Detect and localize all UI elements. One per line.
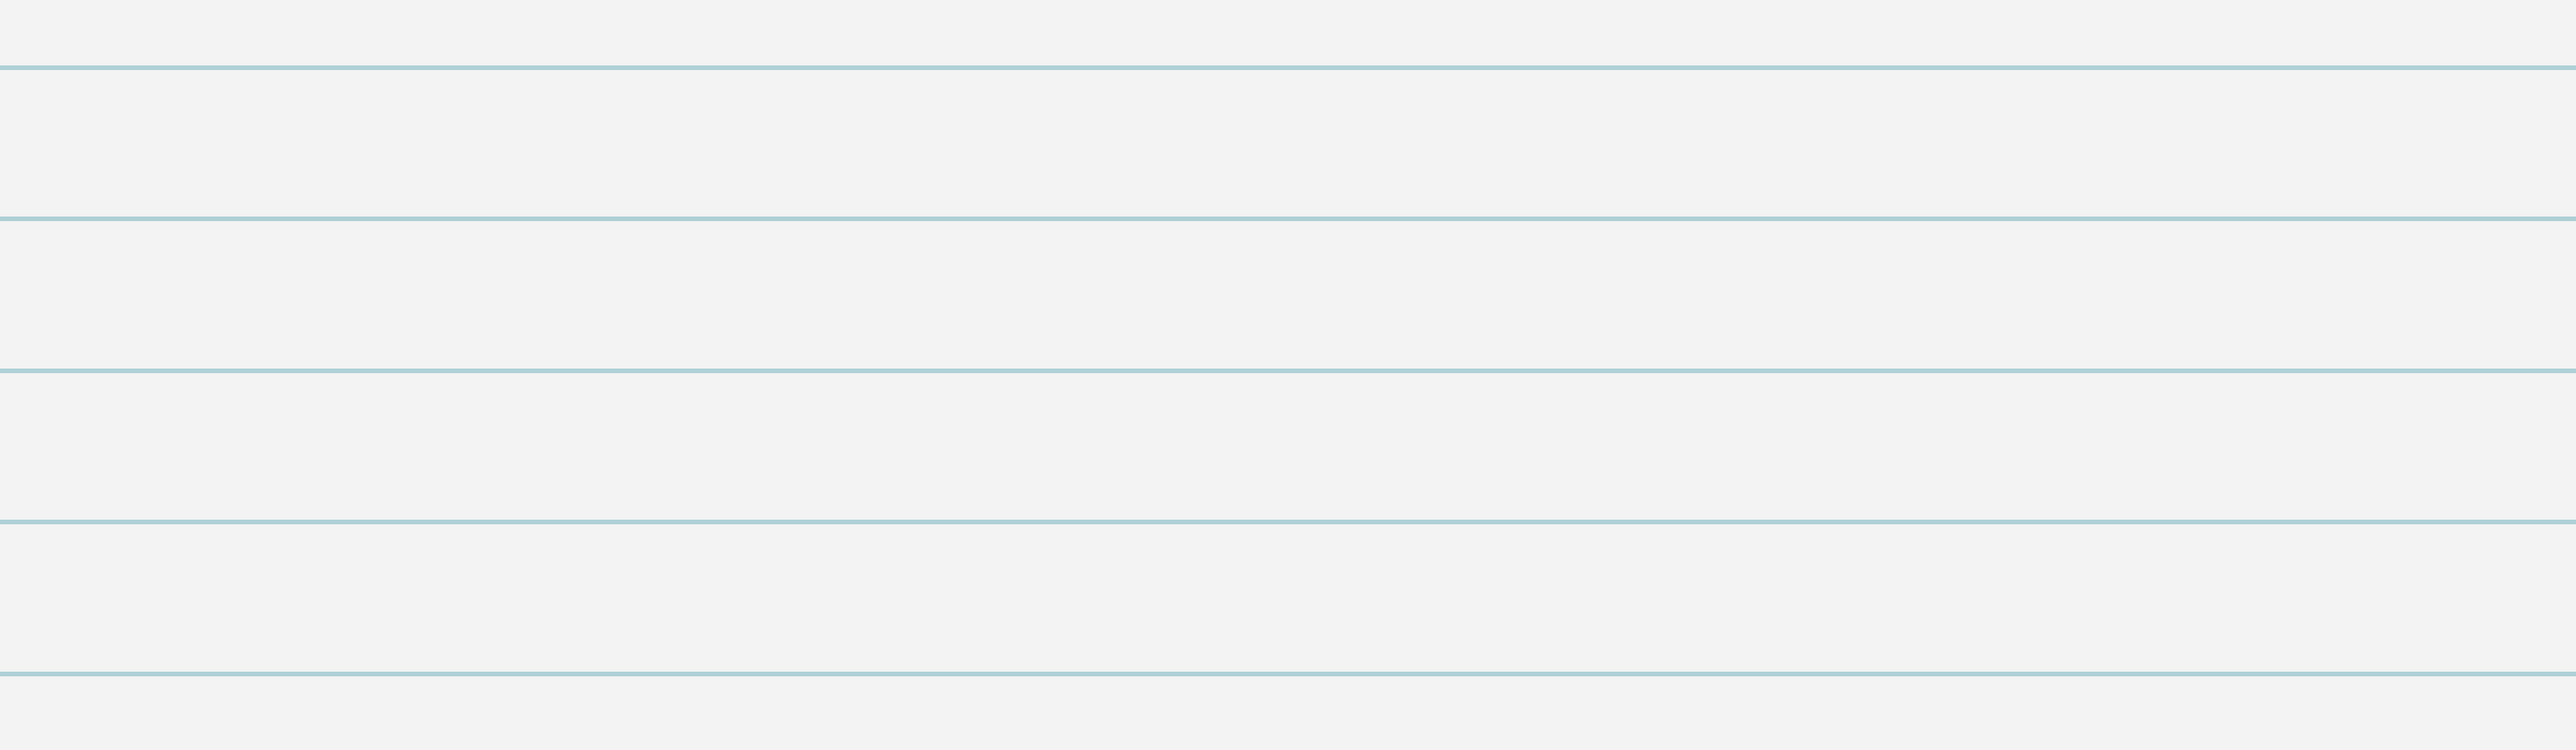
horizontal-rule xyxy=(0,65,2576,70)
horizontal-rule xyxy=(0,217,2576,221)
lined-paper-canvas xyxy=(0,0,2576,750)
horizontal-rule xyxy=(0,369,2576,373)
horizontal-rule xyxy=(0,672,2576,676)
horizontal-rule xyxy=(0,520,2576,524)
